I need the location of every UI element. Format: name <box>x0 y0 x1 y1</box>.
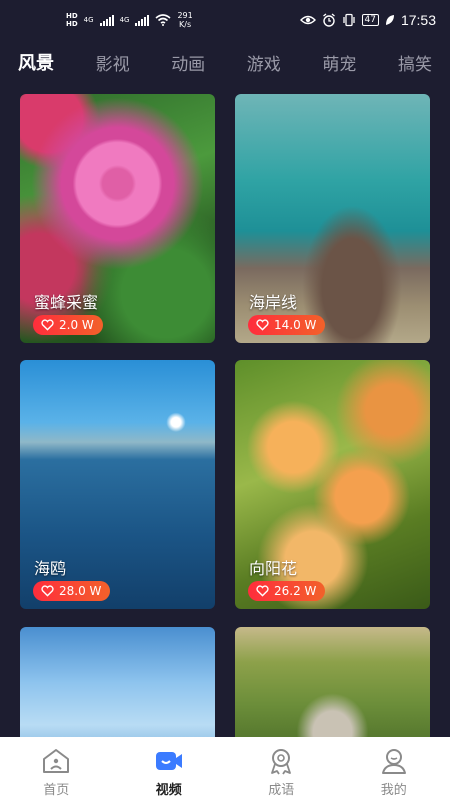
video-card-1[interactable]: 蜜蜂采蜜 2.0 W <box>20 94 215 343</box>
video-card-5[interactable] <box>20 627 215 737</box>
badge-icon <box>271 749 292 775</box>
video-card-4[interactable]: 向阳花 26.2 W <box>235 360 430 609</box>
tab-pets[interactable]: 萌宠 <box>322 50 356 75</box>
tab-funny[interactable]: 搞笑 <box>398 50 432 75</box>
tab-games[interactable]: 游戏 <box>247 50 281 75</box>
heart-icon <box>256 585 269 597</box>
like-badge: 26.2 W <box>248 581 326 601</box>
nav-idioms-label: 成语 <box>268 783 295 798</box>
card-title: 蜜蜂采蜜 <box>34 293 99 312</box>
profile-icon <box>381 749 406 774</box>
card-title: 海鸥 <box>34 559 67 578</box>
video-grid: 蜜蜂采蜜 2.0 W 海岸线 14.0 W 海鸥 28.0 W 向阳花 26.2… <box>0 0 450 737</box>
tab-scenery[interactable]: 风景 <box>18 49 54 75</box>
bottom-navigation: 首页 视频 成语 我的 <box>0 737 450 800</box>
like-badge: 14.0 W <box>248 315 326 335</box>
card-title: 海岸线 <box>249 293 298 312</box>
nav-video-label: 视频 <box>155 783 182 798</box>
video-icon <box>155 752 182 770</box>
like-badge: 2.0 W <box>33 315 103 335</box>
like-count: 26.2 W <box>274 584 317 598</box>
tab-film[interactable]: 影视 <box>96 50 130 75</box>
like-badge: 28.0 W <box>33 581 111 601</box>
card-title: 向阳花 <box>249 559 298 578</box>
like-count: 14.0 W <box>274 318 317 332</box>
nav-profile-label: 我的 <box>380 783 407 798</box>
video-card-2[interactable]: 海岸线 14.0 W <box>235 94 430 343</box>
heart-icon <box>41 585 54 597</box>
video-card-6[interactable] <box>235 627 430 737</box>
nav-home[interactable]: 首页 <box>0 737 113 800</box>
category-tabs: 风景 影视 动画 游戏 萌宠 搞笑 <box>0 44 450 80</box>
heart-icon <box>41 319 54 331</box>
nav-home-label: 首页 <box>43 783 70 798</box>
nav-video[interactable]: 视频 <box>113 737 226 800</box>
tab-animation[interactable]: 动画 <box>171 50 205 75</box>
heart-icon <box>256 319 269 331</box>
nav-idioms[interactable]: 成语 <box>225 737 338 800</box>
nav-profile[interactable]: 我的 <box>338 737 450 800</box>
video-card-3[interactable]: 海鸥 28.0 W <box>20 360 215 609</box>
home-icon <box>43 749 70 773</box>
like-count: 28.0 W <box>59 584 102 598</box>
like-count: 2.0 W <box>59 318 94 332</box>
